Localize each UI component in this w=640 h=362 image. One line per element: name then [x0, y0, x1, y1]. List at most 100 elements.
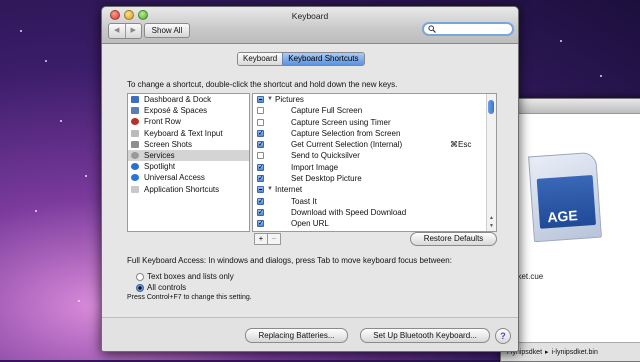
shortcut-key[interactable]: ⌘Esc — [450, 139, 471, 150]
category-label: Keyboard & Text Input — [144, 128, 223, 138]
forward-arrow-icon[interactable]: ▶ — [124, 24, 142, 38]
scroll-down-arrow-icon[interactable]: ▼ — [489, 223, 494, 229]
shortcut-row[interactable]: Capture Selection from Screen — [253, 128, 496, 139]
shortcut-checkbox[interactable] — [257, 207, 264, 218]
category-item-universal-access[interactable]: Universal Access — [128, 172, 249, 183]
radio-label: All controls — [147, 283, 187, 292]
tab-keyboard-shortcuts[interactable]: Keyboard Shortcuts — [282, 53, 364, 65]
keyboard-icon — [131, 129, 139, 137]
category-label: Front Row — [144, 117, 181, 127]
category-item-spotlight[interactable]: Spotlight — [128, 161, 249, 172]
scroll-up-arrow-icon[interactable]: ▲ — [489, 215, 494, 221]
show-all-button[interactable]: Show All — [144, 23, 190, 38]
path-separator-icon: ▸ — [545, 349, 549, 356]
category-item-screen-shots[interactable]: Screen Shots — [128, 139, 249, 150]
category-item-services[interactable]: Services — [128, 149, 249, 162]
shortcut-checkbox[interactable] — [257, 162, 264, 173]
shortcut-label: Open URL — [291, 219, 329, 229]
nav-arrows: ◀ ▶ — [108, 23, 142, 39]
remove-shortcut-button[interactable]: − — [267, 234, 280, 244]
shortcut-checkbox[interactable] — [257, 196, 264, 207]
category-item-dashboard-dock[interactable]: Dashboard & Dock — [128, 94, 249, 105]
shortcut-checkbox[interactable] — [257, 128, 264, 139]
shortcut-row[interactable]: Get Current Selection (Internal) ⌘Esc — [253, 139, 496, 150]
tab-bar: Keyboard Keyboard Shortcuts — [237, 52, 365, 66]
shortcut-row[interactable]: Import Image — [253, 162, 496, 173]
shortcut-row[interactable]: Toast It — [253, 196, 496, 207]
shortcut-label: Toast It — [291, 196, 317, 206]
shortcut-checkbox[interactable] — [257, 186, 264, 194]
shortcut-row[interactable]: Set Desktop Picture — [253, 173, 496, 184]
shortcut-label: Capture Screen using Timer — [291, 117, 391, 127]
add-shortcut-button[interactable]: + — [255, 234, 267, 244]
back-arrow-icon[interactable]: ◀ — [109, 24, 125, 38]
category-item-expose-spaces[interactable]: Exposé & Spaces — [128, 105, 249, 116]
radio-text-boxes-lists[interactable]: Text boxes and lists only — [136, 272, 234, 281]
front-row-icon — [131, 118, 139, 126]
background-window-titlebar[interactable] — [501, 99, 640, 114]
path-bar: i-lynipsdket ▸ i-lynipsdket.bin — [501, 342, 640, 361]
screen-shots-icon — [131, 140, 139, 148]
shortcut-label: Send to Quicksilver — [291, 151, 360, 161]
instruction-text: To change a shortcut, double-click the s… — [127, 80, 398, 89]
search-input[interactable] — [436, 24, 509, 34]
radio-button-selected[interactable] — [136, 283, 144, 292]
radio-button[interactable] — [136, 272, 144, 281]
shortcut-checkbox[interactable] — [257, 173, 264, 184]
shortcut-checkbox[interactable] — [257, 152, 264, 160]
shortcut-group-row[interactable]: ▼ Internet — [253, 184, 496, 195]
shortcut-row[interactable]: Capture Full Screen — [253, 105, 496, 116]
category-item-keyboard-text-input[interactable]: Keyboard & Text Input — [128, 128, 249, 139]
dashboard-icon — [131, 96, 139, 103]
category-label: Application Shortcuts — [144, 184, 220, 194]
shortcut-label: Get Current Selection (Internal) — [291, 140, 403, 150]
spotlight-icon — [131, 163, 139, 171]
search-icon — [428, 25, 436, 33]
cue-file-icon-label: AGE — [536, 175, 597, 229]
disclosure-triangle-icon[interactable]: ▼ — [267, 94, 273, 105]
disclosure-triangle-icon[interactable]: ▼ — [267, 184, 273, 195]
cue-file-icon[interactable]: AGE — [528, 151, 602, 243]
category-label: Services — [144, 150, 175, 160]
setup-bluetooth-keyboard-button[interactable]: Set Up Bluetooth Keyboard... — [360, 328, 490, 343]
window-titlebar[interactable]: Keyboard ◀ ▶ Show All — [102, 7, 518, 44]
keyboard-preferences-window: Keyboard ◀ ▶ Show All Keyboard Keyboard … — [101, 6, 519, 352]
category-label: Screen Shots — [144, 139, 193, 149]
shortcut-row[interactable]: Download with Speed Download — [253, 207, 496, 218]
category-item-application-shortcuts[interactable]: Application Shortcuts — [128, 184, 249, 195]
shortcut-list-scrollbar[interactable]: ▲ ▼ — [486, 94, 496, 231]
window-title: Keyboard — [291, 11, 329, 21]
shortcut-label: Import Image — [291, 162, 339, 172]
tab-keyboard[interactable]: Keyboard — [238, 53, 283, 65]
background-window-content: AGE sdket.cue — [501, 114, 640, 343]
bottom-bar: Replacing Batteries... Set Up Bluetooth … — [102, 317, 518, 351]
shortcut-checkbox[interactable] — [257, 107, 264, 115]
shortcut-label: Download with Speed Download — [291, 207, 407, 217]
shortcut-row[interactable]: Open URL — [253, 218, 496, 230]
category-label: Exposé & Spaces — [144, 106, 208, 116]
category-item-front-row[interactable]: Front Row — [128, 116, 249, 127]
help-button[interactable]: ? — [495, 328, 511, 344]
shortcut-row[interactable]: Capture Screen using Timer — [253, 117, 496, 128]
services-icon — [131, 151, 139, 159]
full-keyboard-access-label: Full Keyboard Access: In windows and dia… — [127, 256, 452, 265]
shortcut-checkbox[interactable] — [257, 118, 264, 126]
shortcut-checkbox[interactable] — [257, 96, 264, 103]
shortcut-checkbox[interactable] — [257, 139, 264, 150]
restore-defaults-button[interactable]: Restore Defaults — [410, 232, 497, 246]
shortcut-row[interactable]: Send to Quicksilver — [253, 150, 496, 161]
scrollbar-thumb[interactable] — [488, 100, 494, 114]
radio-all-controls[interactable]: All controls — [136, 283, 186, 292]
category-label: Universal Access — [144, 173, 205, 183]
shortcut-label: Capture Selection from Screen — [291, 128, 401, 138]
replacing-batteries-button[interactable]: Replacing Batteries... — [245, 328, 348, 343]
shortcut-label: Capture Full Screen — [291, 106, 363, 116]
path-item[interactable]: i-lynipsdket.bin — [552, 349, 598, 356]
search-field[interactable] — [422, 22, 514, 36]
universal-access-icon — [131, 174, 139, 182]
shortcut-group-row[interactable]: ▼ Pictures — [253, 94, 496, 105]
background-finder-window[interactable]: AGE sdket.cue i-lynipsdket ▸ i-lynipsdke… — [500, 98, 640, 362]
shortcut-rows: ▼ Pictures Capture Full Screen Capture Scre… — [253, 94, 496, 230]
shortcut-checkbox[interactable] — [257, 218, 264, 230]
keyboard-access-note: Press Control+F7 to change this setting. — [127, 294, 252, 301]
